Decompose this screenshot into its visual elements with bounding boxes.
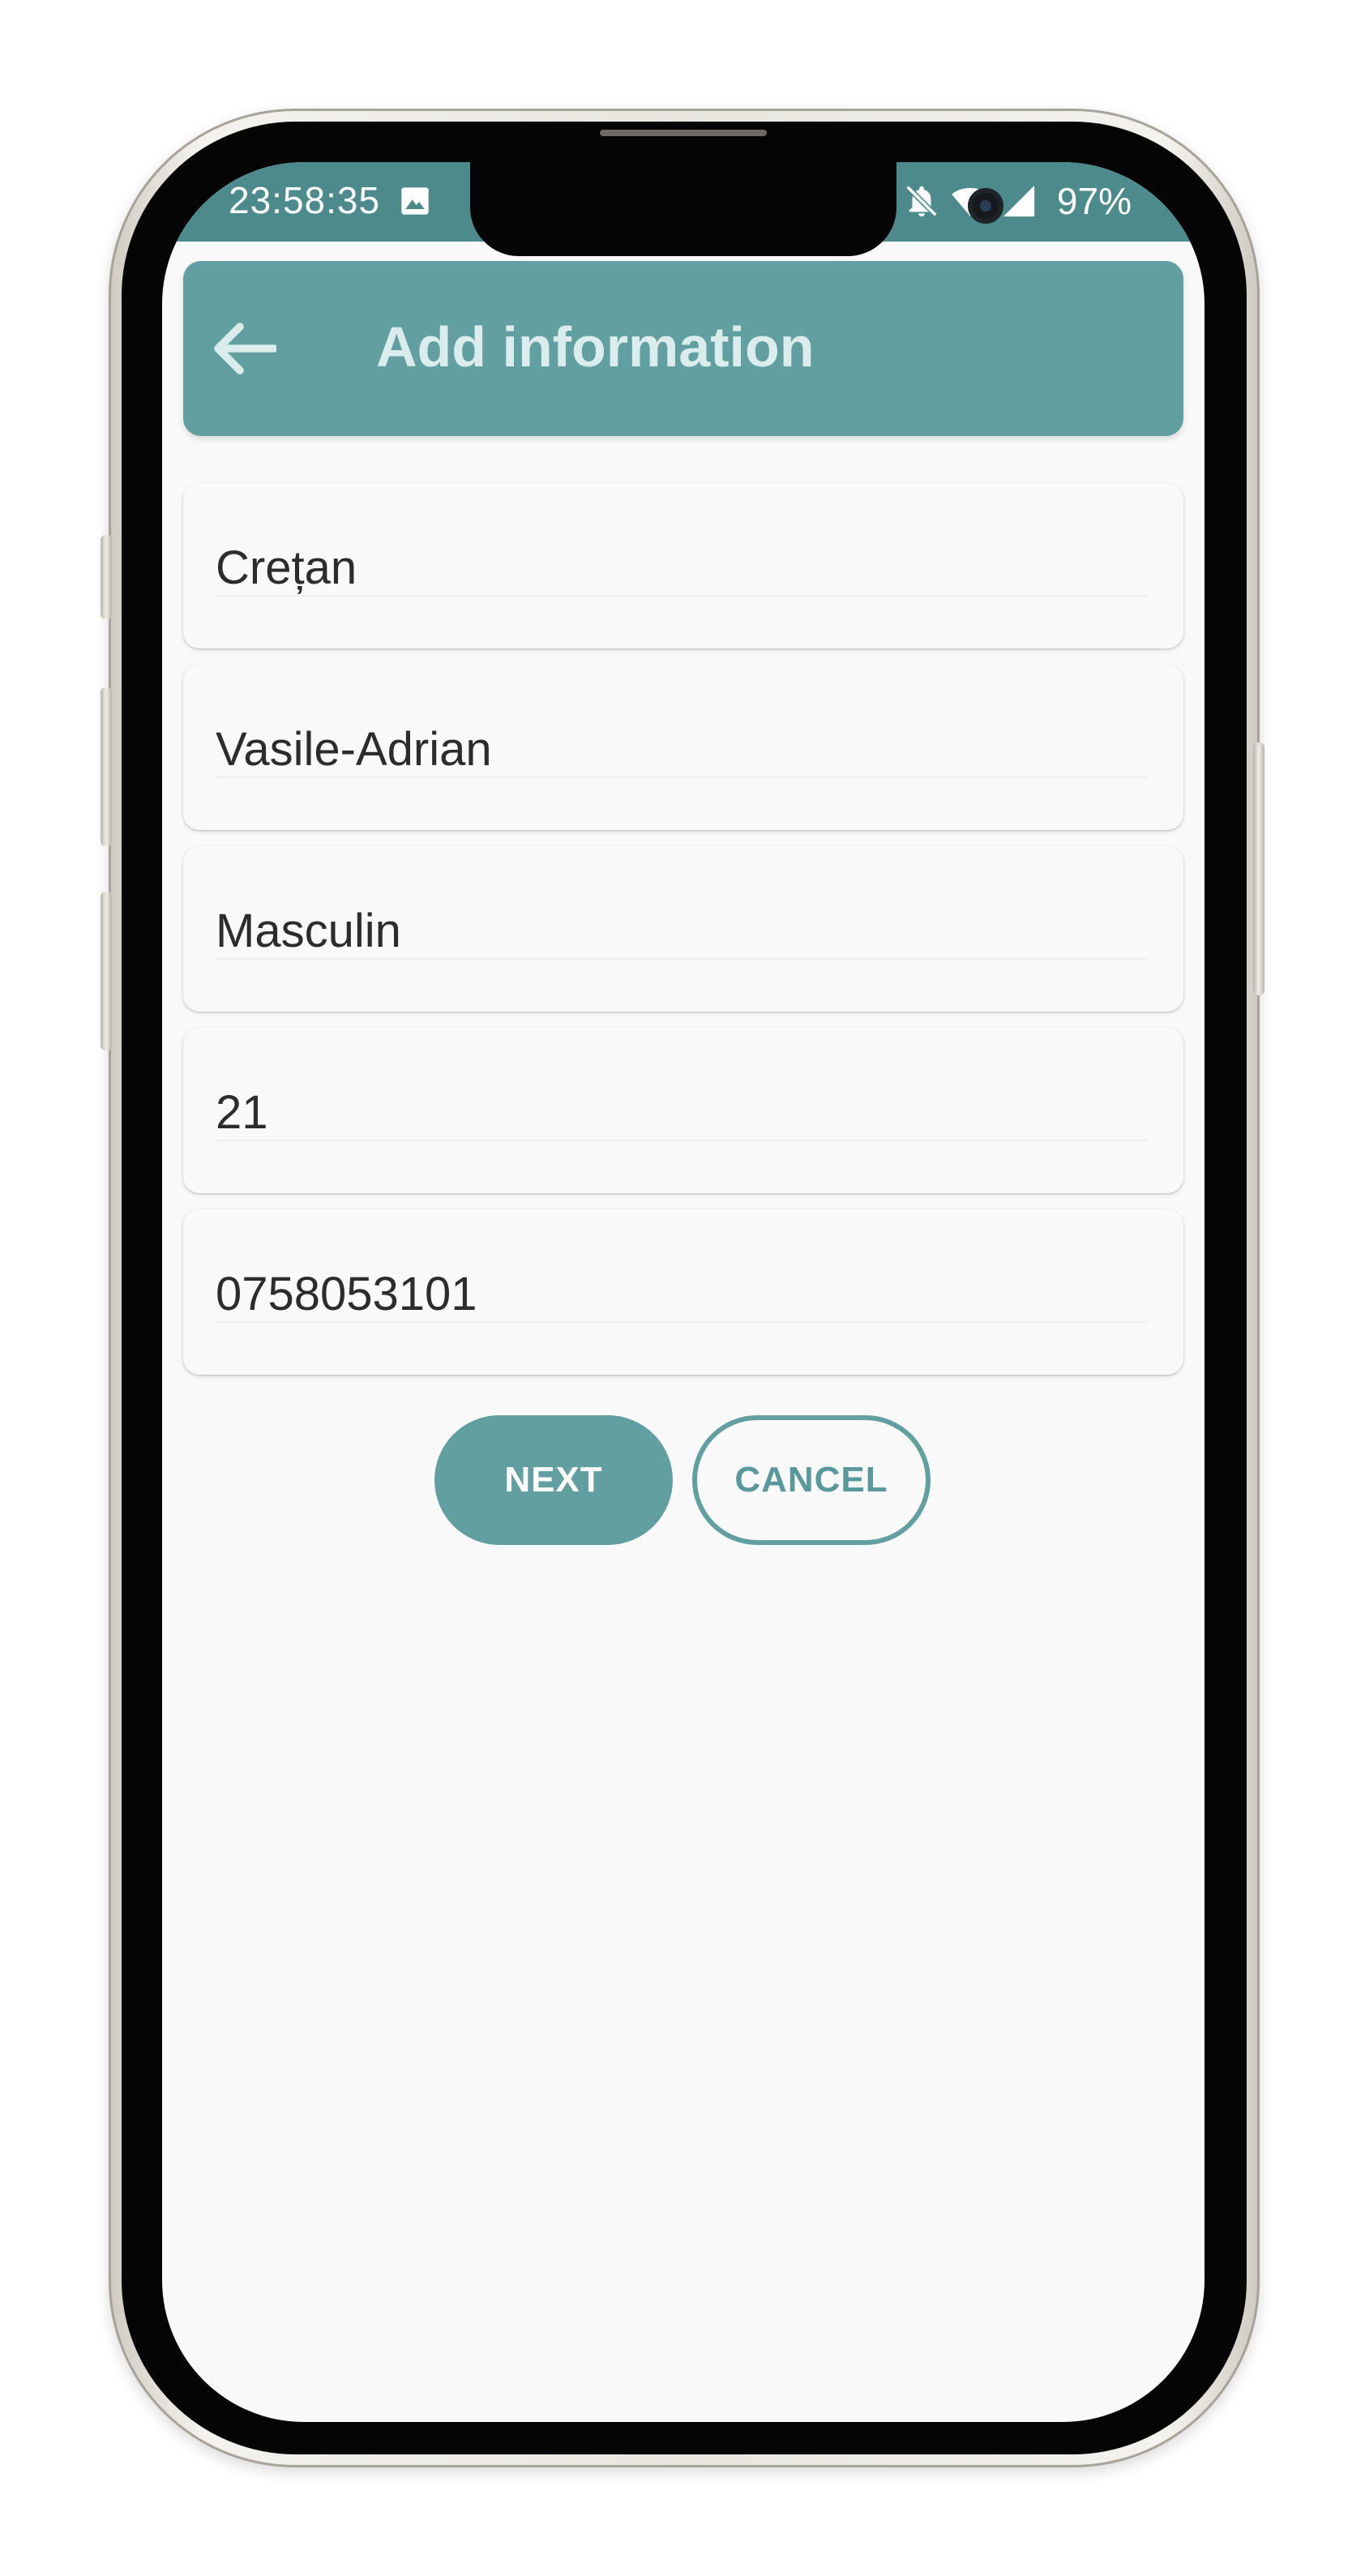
- back-button[interactable]: [212, 316, 277, 381]
- mute-switch: [101, 535, 112, 619]
- first-name-field[interactable]: [216, 721, 1148, 778]
- status-icons: 97%: [903, 178, 1132, 224]
- last-name-field[interactable]: [216, 540, 1148, 597]
- cancel-button[interactable]: CANCEL: [692, 1415, 931, 1545]
- first-name-card: [183, 665, 1183, 830]
- image-icon: [401, 187, 429, 215]
- power-button: [1253, 742, 1264, 995]
- camera-icon: [968, 188, 1003, 224]
- next-button[interactable]: NEXT: [434, 1415, 673, 1545]
- volume-down-button: [101, 892, 112, 1051]
- bell-off-icon: [905, 185, 938, 217]
- status-time: 23:58:35: [229, 179, 381, 221]
- speaker-grille: [600, 130, 767, 136]
- screen: 23:58:35 97% Add information Crețan Vasi…: [162, 162, 1205, 2422]
- camera-notch: [470, 162, 1003, 256]
- gender-field[interactable]: [216, 903, 1148, 960]
- age-field[interactable]: [216, 1085, 1148, 1141]
- last-name-card: [183, 483, 1183, 648]
- volume-up-button: [101, 687, 112, 846]
- app-bar: Add information: [183, 261, 1183, 436]
- phone-card: [183, 1209, 1183, 1375]
- signal-icon: [1003, 185, 1035, 217]
- age-card: [183, 1028, 1183, 1193]
- arrow-left-icon: [214, 323, 276, 374]
- battery-percentage: 97%: [1056, 180, 1132, 222]
- gender-card: [183, 846, 1183, 1012]
- page-title: Add information: [376, 315, 815, 379]
- phone-field[interactable]: [216, 1266, 1148, 1323]
